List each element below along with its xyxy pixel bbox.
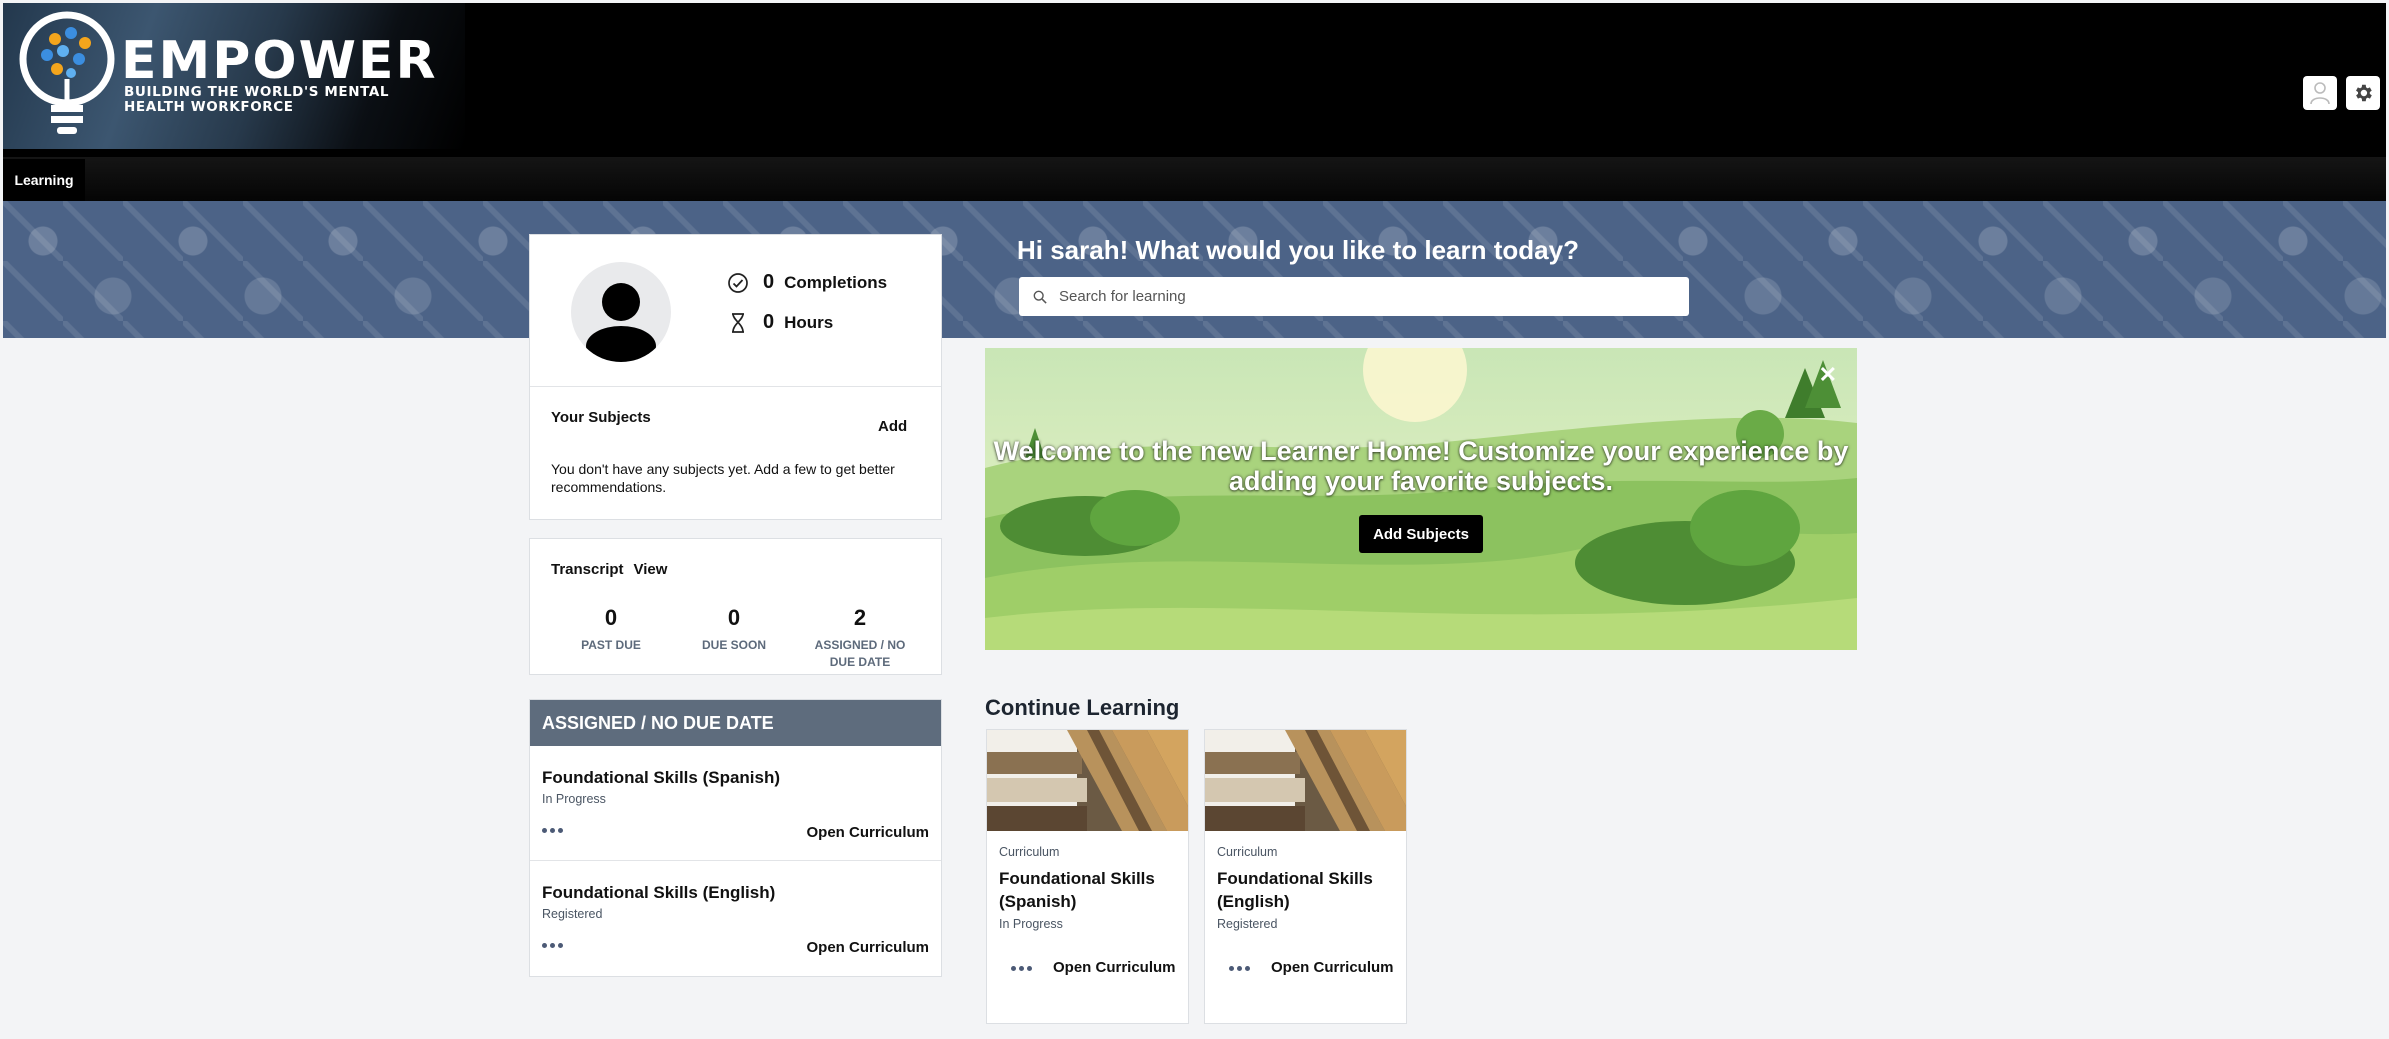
user-silhouette-icon (586, 283, 656, 362)
page: EMPOWER BUILDING THE WORLD'S MENTAL HEAL… (3, 3, 2386, 1039)
divider (530, 386, 941, 387)
assigned-count: 2 (853, 605, 867, 630)
card-type: Curriculum (1217, 845, 1278, 859)
due-soon-count: 0 (727, 605, 741, 630)
books-thumbnail (987, 730, 1188, 831)
open-curriculum-button[interactable]: Open Curriculum (806, 824, 929, 841)
add-subjects-link[interactable]: Add (878, 418, 907, 435)
hero-band (3, 201, 2386, 338)
nav-bar: Learning (3, 157, 2386, 201)
subjects-title: Your Subjects (551, 409, 651, 426)
card-status: Registered (1217, 917, 1278, 931)
card-title[interactable]: Foundational Skills (Spanish) (999, 867, 1179, 913)
landscape-illustration (985, 348, 1857, 650)
due-soon-label: DUE SOON (701, 638, 766, 652)
past-due-count: 0 (604, 605, 618, 630)
list-item: Foundational Skills (English) Registered… (530, 861, 941, 975)
top-header: EMPOWER BUILDING THE WORLD'S MENTAL HEAL… (3, 3, 2386, 157)
user-icon (2310, 82, 2330, 105)
course-card[interactable]: Curriculum Foundational Skills (English)… (1204, 729, 1407, 1024)
subjects-empty-message: You don't have any subjects yet. Add a f… (551, 461, 895, 495)
open-curriculum-button[interactable]: Open Curriculum (806, 939, 929, 956)
item-status: Registered (542, 907, 603, 921)
more-options-icon[interactable] (1011, 966, 1032, 971)
transcript-card: Transcript View 0 PAST DUE 0 DUE SOON 2 … (529, 538, 942, 675)
past-due-label: PAST DUE (581, 638, 641, 652)
tab-learning[interactable]: Learning (3, 159, 85, 201)
transcript-header: Transcript View (551, 561, 667, 578)
search-icon (1033, 290, 1047, 304)
transcript-title: Transcript (551, 561, 624, 578)
assigned-label: ASSIGNED / NO DUE DATE (814, 638, 906, 669)
course-card[interactable]: Curriculum Foundational Skills (Spanish)… (986, 729, 1189, 1024)
more-options-icon[interactable] (1229, 966, 1250, 971)
welcome-banner: ✕ Welcome to the new Learner Home! Custo… (985, 348, 1857, 650)
completions-stat: 0 Completions (727, 271, 887, 294)
hours-label: Hours (784, 312, 834, 332)
transcript-view-link[interactable]: View (634, 561, 668, 578)
search-input[interactable]: Search for learning (1019, 277, 1689, 316)
list-item: Foundational Skills (Spanish) In Progres… (530, 746, 941, 860)
check-circle-icon (728, 272, 748, 293)
brand-tagline: BUILDING THE WORLD'S MENTAL HEALTH WORKF… (124, 84, 390, 115)
completions-label: Completions (784, 272, 888, 292)
card-type: Curriculum (999, 845, 1060, 859)
assigned-stat[interactable]: 2 ASSIGNED / NO DUE DATE (806, 605, 914, 671)
open-curriculum-button[interactable]: Open Curriculum (1271, 959, 1394, 976)
item-status: In Progress (542, 792, 606, 806)
assigned-section-title: ASSIGNED / NO DUE DATE (530, 700, 941, 746)
item-title[interactable]: Foundational Skills (Spanish) (542, 768, 780, 788)
profile-card: 0 Completions 0 Hours Your Subjects Add … (529, 234, 942, 520)
hourglass-icon (732, 312, 744, 333)
books-thumbnail (1205, 730, 1406, 831)
close-icon[interactable]: ✕ (1819, 362, 1837, 388)
lightbulb-logo-icon (19, 11, 115, 134)
completions-count: 0 (763, 271, 775, 293)
card-title[interactable]: Foundational Skills (English) (1217, 867, 1397, 913)
continue-learning-title: Continue Learning (985, 695, 1180, 720)
user-profile-button[interactable] (2303, 76, 2337, 110)
greeting-heading: Hi sarah! What would you like to learn t… (1017, 235, 1579, 265)
avatar[interactable] (571, 262, 671, 362)
add-subjects-button[interactable]: Add Subjects (1359, 515, 1483, 553)
due-soon-stat[interactable]: 0 DUE SOON (679, 605, 789, 654)
brand-name: EMPOWER (121, 31, 438, 91)
item-title[interactable]: Foundational Skills (English) (542, 883, 775, 903)
card-status: In Progress (999, 917, 1063, 931)
assigned-card: ASSIGNED / NO DUE DATE Foundational Skil… (529, 699, 942, 977)
more-options-icon[interactable] (542, 943, 563, 948)
search-placeholder: Search for learning (1059, 288, 1186, 305)
hours-count: 0 (763, 311, 775, 333)
gear-icon (2356, 84, 2372, 102)
more-options-icon[interactable] (542, 828, 563, 833)
logo[interactable]: EMPOWER BUILDING THE WORLD'S MENTAL HEAL… (3, 3, 465, 149)
open-curriculum-button[interactable]: Open Curriculum (1053, 959, 1176, 976)
banner-message: Welcome to the new Learner Home! Customi… (993, 436, 1849, 496)
past-due-stat[interactable]: 0 PAST DUE (556, 605, 666, 654)
settings-button[interactable] (2346, 76, 2380, 110)
hours-stat: 0 Hours (727, 311, 833, 334)
